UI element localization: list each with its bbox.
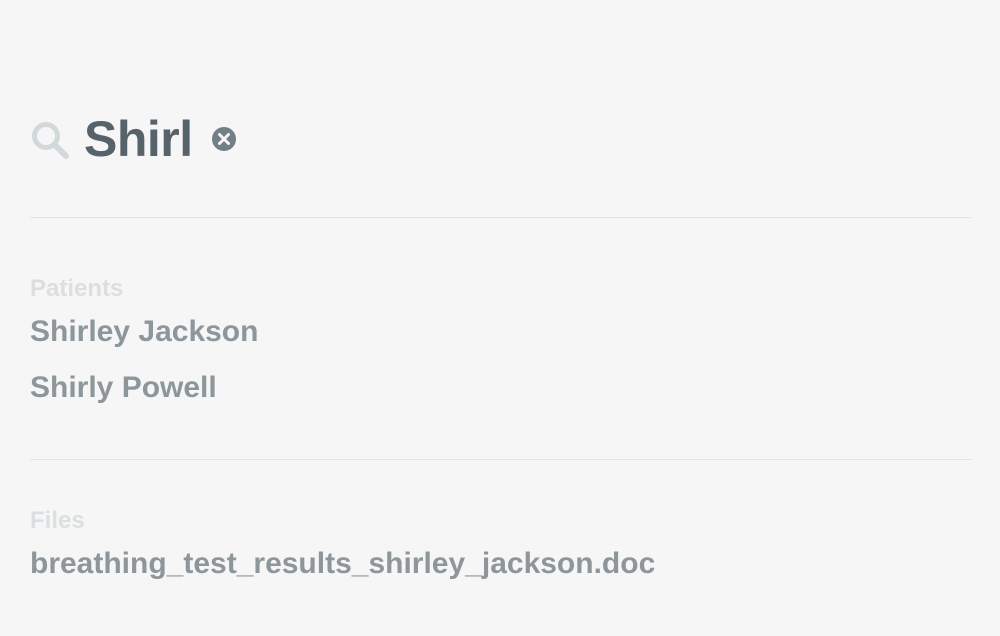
- clear-circle-icon[interactable]: [211, 126, 237, 152]
- patient-result-item[interactable]: Shirly Powell: [30, 371, 217, 405]
- clear-search-button[interactable]: [211, 126, 237, 152]
- divider: [30, 459, 972, 460]
- file-result-item[interactable]: breathing_test_results_shirley_jackson.d…: [30, 547, 655, 581]
- search-icon[interactable]: [30, 120, 70, 160]
- divider: [30, 217, 972, 218]
- section-label-patients: Patients: [30, 275, 124, 302]
- patient-result-item[interactable]: Shirley Jackson: [30, 315, 258, 349]
- search-bar: Shirl: [30, 108, 237, 170]
- search-page: Shirl Patients Shirley Jackson Shirly Po…: [0, 0, 1000, 636]
- search-input[interactable]: Shirl: [84, 108, 193, 170]
- section-label-files: Files: [30, 507, 85, 534]
